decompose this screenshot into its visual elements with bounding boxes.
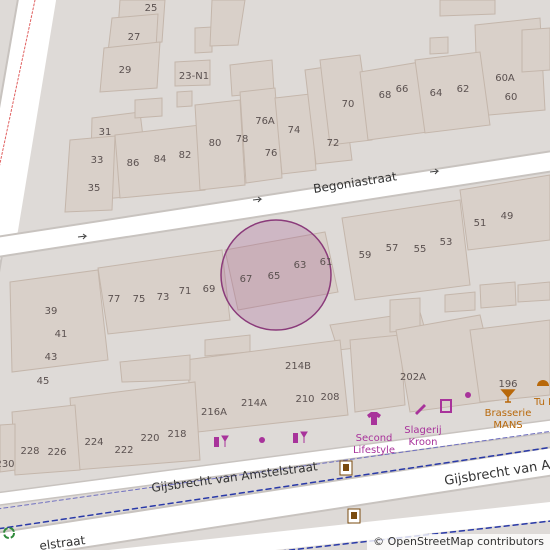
hn-75: 75 xyxy=(133,294,146,305)
hn-31: 31 xyxy=(99,127,112,138)
hn-65: 65 xyxy=(268,271,281,282)
hn-78: 78 xyxy=(236,134,249,145)
hn-222: 222 xyxy=(114,445,133,456)
poi-tu-es: Tu Es xyxy=(533,397,550,408)
hn-70: 70 xyxy=(342,99,355,110)
copyright-symbol: © xyxy=(373,535,385,548)
poi-second-lifestyle-line1: Second xyxy=(356,433,393,444)
poi-brasserie-mans-line1: Brasserie xyxy=(485,408,532,419)
hn-84: 84 xyxy=(154,154,167,165)
hn-86: 86 xyxy=(127,158,140,169)
hn-82: 82 xyxy=(179,150,192,161)
hn-66: 66 xyxy=(396,84,409,95)
hn-208: 208 xyxy=(320,392,339,403)
hn-27: 27 xyxy=(128,32,141,43)
hn-49: 49 xyxy=(501,211,514,222)
hn-228: 228 xyxy=(20,446,39,457)
hn-60: 60 xyxy=(505,92,518,103)
hn-29: 29 xyxy=(119,65,132,76)
hn-57: 57 xyxy=(386,243,399,254)
hn-80: 80 xyxy=(209,138,222,149)
attribution-link[interactable]: OpenStreetMap contributors xyxy=(388,535,544,548)
hn-45: 45 xyxy=(37,376,50,387)
hn-68: 68 xyxy=(379,90,392,101)
hn-76: 76 xyxy=(265,148,278,159)
hn-62: 62 xyxy=(457,84,470,95)
hn-210: 210 xyxy=(295,394,314,405)
poi-slagerij-kroon-line2: Kroon xyxy=(408,437,437,448)
hn-220: 220 xyxy=(140,433,159,444)
hn-35: 35 xyxy=(88,183,101,194)
hn-51: 51 xyxy=(474,218,487,229)
map-canvas[interactable]: 25 27 29 23-N1 31 33 35 86 84 82 80 78 7… xyxy=(0,0,550,550)
hn-41: 41 xyxy=(55,329,68,340)
hn-230: 230 xyxy=(0,459,15,470)
hn-226: 226 xyxy=(47,447,66,458)
poi-slagerij-kroon-line1: Slagerij xyxy=(404,425,441,436)
map-view[interactable]: 25 27 29 23-N1 31 33 35 86 84 82 80 78 7… xyxy=(0,0,550,550)
hn-23-n1: 23-N1 xyxy=(179,71,209,82)
hn-64: 64 xyxy=(430,88,443,99)
hn-77: 77 xyxy=(108,294,121,305)
hn-59: 59 xyxy=(359,250,372,261)
hn-67: 67 xyxy=(240,274,253,285)
hn-216a: 216A xyxy=(201,407,227,418)
shop-dot-icon xyxy=(259,437,265,443)
shop-dot-icon xyxy=(465,392,471,398)
hn-63: 63 xyxy=(294,260,307,271)
bus-stop-icon xyxy=(347,508,361,524)
hn-202a: 202A xyxy=(400,372,426,383)
hn-214b: 214B xyxy=(285,361,311,372)
hn-72: 72 xyxy=(327,138,340,149)
hn-43: 43 xyxy=(45,352,58,363)
bus-stop-icon xyxy=(339,460,353,476)
hn-214a: 214A xyxy=(241,398,267,409)
hn-25: 25 xyxy=(145,3,158,14)
poi-brasserie-mans-line2: MANS xyxy=(493,420,522,431)
poi-second-lifestyle-line2: Lifestyle xyxy=(353,445,395,456)
hn-71: 71 xyxy=(179,286,192,297)
attribution: © OpenStreetMap contributors xyxy=(367,534,550,550)
hn-33: 33 xyxy=(91,155,104,166)
hn-53: 53 xyxy=(440,237,453,248)
hn-73: 73 xyxy=(157,292,170,303)
hn-39: 39 xyxy=(45,306,58,317)
hn-218: 218 xyxy=(167,429,186,440)
hn-55: 55 xyxy=(414,244,427,255)
hn-69: 69 xyxy=(203,284,216,295)
hn-196: 196 xyxy=(498,379,517,390)
hn-76a: 76A xyxy=(255,116,275,127)
hn-61: 61 xyxy=(320,257,333,268)
hn-74: 74 xyxy=(288,125,301,136)
hn-224: 224 xyxy=(84,437,103,448)
hn-60a: 60A xyxy=(495,73,515,84)
